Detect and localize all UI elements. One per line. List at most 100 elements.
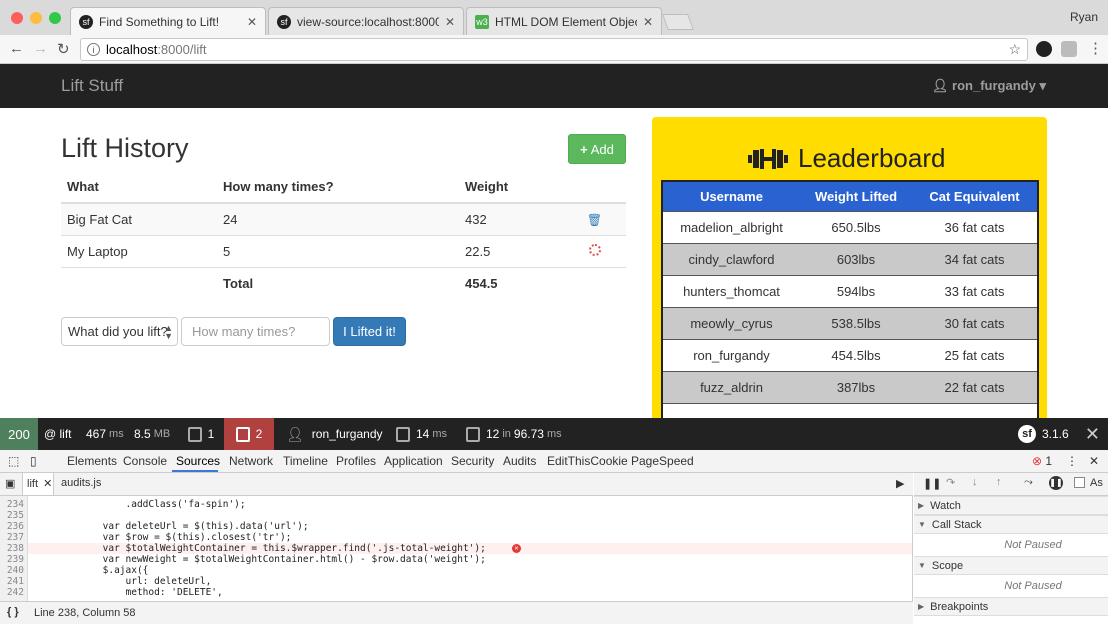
close-devtools-icon[interactable]: ✕ bbox=[1089, 454, 1099, 468]
back-arrow-icon[interactable]: ← bbox=[9, 40, 24, 57]
line-number[interactable]: 238 bbox=[0, 543, 24, 554]
errors-count: 2 bbox=[255, 427, 263, 441]
browser-tab-active[interactable]: sf Find Something to Lift! ✕ bbox=[70, 7, 266, 36]
error-counter[interactable]: ⊗ 1 bbox=[1032, 454, 1052, 468]
file-tab-lift[interactable]: lift ✕ bbox=[22, 473, 54, 495]
user-menu[interactable]: 👤︎ ron_furgandy ▾ bbox=[932, 78, 1046, 94]
version-text: 3.1.6 bbox=[1042, 427, 1069, 441]
add-button[interactable]: + Add bbox=[568, 134, 626, 164]
profile-name[interactable]: Ryan bbox=[1070, 10, 1098, 24]
submit-lift-button[interactable]: I Lifted it! bbox=[333, 317, 406, 346]
tab-audits[interactable]: Audits bbox=[503, 454, 536, 468]
reload-icon[interactable]: ↻ bbox=[57, 40, 70, 58]
minimize-window-button[interactable] bbox=[30, 12, 42, 24]
tab-title: HTML DOM Element Objects bbox=[495, 14, 637, 29]
menu-kebab-icon[interactable]: ⋮ bbox=[1088, 39, 1103, 57]
tab-application[interactable]: Application bbox=[384, 454, 443, 468]
extension-g-icon[interactable] bbox=[1061, 41, 1077, 57]
info-icon[interactable]: i bbox=[87, 43, 100, 56]
line-number[interactable]: 236 bbox=[0, 521, 24, 532]
tab-profiles[interactable]: Profiles bbox=[336, 454, 376, 468]
tab-sources[interactable]: Sources bbox=[176, 454, 220, 468]
active-tab-indicator bbox=[172, 470, 218, 472]
symfony-icon: sf bbox=[79, 15, 93, 29]
cell-cats: 25 fat cats bbox=[912, 338, 1038, 371]
request-time[interactable]: 467 ms bbox=[86, 418, 124, 450]
code-editor[interactable]: 234 235 236 237 238 239 240 241 242 .add… bbox=[0, 496, 913, 601]
forward-arrow-icon[interactable]: → bbox=[33, 40, 48, 57]
sources-file-tabs: ▣ lift ✕ audits.js ▶ bbox=[0, 473, 913, 496]
security-panel[interactable]: 👤︎ ron_furgandy bbox=[286, 418, 383, 450]
line-number[interactable]: 235 bbox=[0, 510, 24, 521]
section-scope[interactable]: ▼ Scope bbox=[914, 556, 1108, 575]
line-number[interactable]: 241 bbox=[0, 576, 24, 587]
cell-weight: 594lbs bbox=[800, 274, 912, 307]
device-toolbar-icon[interactable]: ▯ bbox=[30, 454, 37, 468]
trash-icon[interactable]: 🗑︎ bbox=[587, 213, 602, 227]
route-name[interactable]: @ lift bbox=[44, 418, 72, 450]
cell-cats: 33 fat cats bbox=[912, 274, 1038, 307]
code-line: var deleteUrl = $(this).data('url'); bbox=[34, 521, 309, 532]
tab-elements[interactable]: Elements bbox=[67, 454, 117, 468]
line-number[interactable]: 237 bbox=[0, 532, 24, 543]
table-row: My Laptop 5 22.5 bbox=[61, 234, 626, 267]
browser-tab[interactable]: sf view-source:localhost:8000/lif ✕ bbox=[268, 7, 464, 35]
tab-timeline[interactable]: Timeline bbox=[283, 454, 328, 468]
close-tab-icon[interactable]: ✕ bbox=[445, 15, 455, 29]
database-panel[interactable]: 12 in 96.73 ms bbox=[466, 418, 562, 450]
address-bar[interactable]: i localhost:8000/lift ☆ bbox=[80, 38, 1028, 61]
line-number[interactable]: 240 bbox=[0, 565, 24, 576]
tab-network[interactable]: Network bbox=[229, 454, 273, 468]
new-tab-button[interactable] bbox=[662, 14, 694, 30]
step-into-icon[interactable]: ↓ bbox=[972, 476, 978, 488]
section-call-stack[interactable]: ▼ Call Stack bbox=[914, 515, 1108, 534]
devtools-tabbar: ⬚ ▯ Elements Console Sources Network Tim… bbox=[0, 450, 1108, 473]
status-code-badge[interactable]: 200 bbox=[0, 418, 38, 450]
item-select[interactable]: What did you lift? ▲ ▼ bbox=[61, 317, 178, 346]
tab-title: view-source:localhost:8000/lif bbox=[297, 14, 439, 29]
zoom-window-button[interactable] bbox=[49, 12, 61, 24]
error-count: 1 bbox=[1045, 454, 1053, 468]
close-file-icon[interactable]: ✕ bbox=[43, 478, 52, 490]
bookmark-star-icon[interactable]: ☆ bbox=[1008, 41, 1021, 58]
forms-panel[interactable]: 1 bbox=[178, 418, 224, 450]
pause-on-exceptions-icon[interactable]: ❚❚ bbox=[1049, 476, 1063, 490]
user-icon: 👤︎ bbox=[931, 78, 949, 93]
close-icon[interactable]: ✕ bbox=[1085, 424, 1100, 445]
step-over-icon[interactable]: ↷ bbox=[946, 476, 955, 489]
file-tab-audits[interactable]: audits.js bbox=[61, 477, 101, 489]
inspect-element-icon[interactable]: ⬚ bbox=[8, 454, 19, 468]
error-marker-icon[interactable]: ✕ bbox=[512, 544, 521, 553]
twig-panel[interactable]: 14 ms bbox=[396, 418, 447, 450]
pause-icon[interactable]: ❚❚ bbox=[923, 477, 941, 490]
toggle-navigator-icon[interactable]: ▣ bbox=[5, 477, 15, 490]
reps-input[interactable] bbox=[181, 317, 330, 346]
deactivate-breakpoints-icon[interactable]: ⤳ bbox=[1024, 476, 1033, 489]
step-out-icon[interactable]: ↑ bbox=[996, 476, 1002, 488]
tab-pagespeed[interactable]: PageSpeed bbox=[631, 454, 694, 468]
cell-empty bbox=[800, 402, 912, 418]
async-checkbox[interactable] bbox=[1074, 477, 1085, 488]
symfony-version[interactable]: sf 3.1.6 bbox=[1018, 418, 1069, 450]
close-tab-icon[interactable]: ✕ bbox=[247, 15, 257, 29]
tab-security[interactable]: Security bbox=[451, 454, 494, 468]
brand-link[interactable]: Lift Stuff bbox=[61, 76, 123, 96]
line-number[interactable]: 239 bbox=[0, 554, 24, 565]
tab-console[interactable]: Console bbox=[123, 454, 167, 468]
section-watch[interactable]: ▶ Watch bbox=[914, 496, 1108, 515]
tab-editthiscookie[interactable]: EditThisCookie bbox=[547, 454, 628, 468]
pretty-print-icon[interactable]: { } bbox=[7, 606, 19, 618]
browser-tab[interactable]: w3 HTML DOM Element Objects ✕ bbox=[466, 7, 662, 35]
memory-usage[interactable]: 8.5 MB bbox=[134, 418, 170, 450]
extension-icon[interactable] bbox=[1036, 41, 1052, 57]
section-breakpoints[interactable]: ▶ Breakpoints bbox=[914, 597, 1108, 616]
security-user: ron_furgandy bbox=[311, 427, 383, 441]
errors-panel[interactable]: 2 bbox=[224, 418, 274, 450]
line-number[interactable]: 242 bbox=[0, 587, 24, 598]
symfony-debug-toolbar: 200 @ lift 467 ms 8.5 MB 1 2 👤︎ ron_furg… bbox=[0, 418, 1108, 450]
close-tab-icon[interactable]: ✕ bbox=[643, 15, 653, 29]
devtools-menu-icon[interactable]: ⋮ bbox=[1066, 454, 1078, 468]
close-window-button[interactable] bbox=[11, 12, 23, 24]
line-number[interactable]: 234 bbox=[0, 499, 24, 510]
toggle-debugger-icon[interactable]: ▶ bbox=[896, 477, 904, 490]
